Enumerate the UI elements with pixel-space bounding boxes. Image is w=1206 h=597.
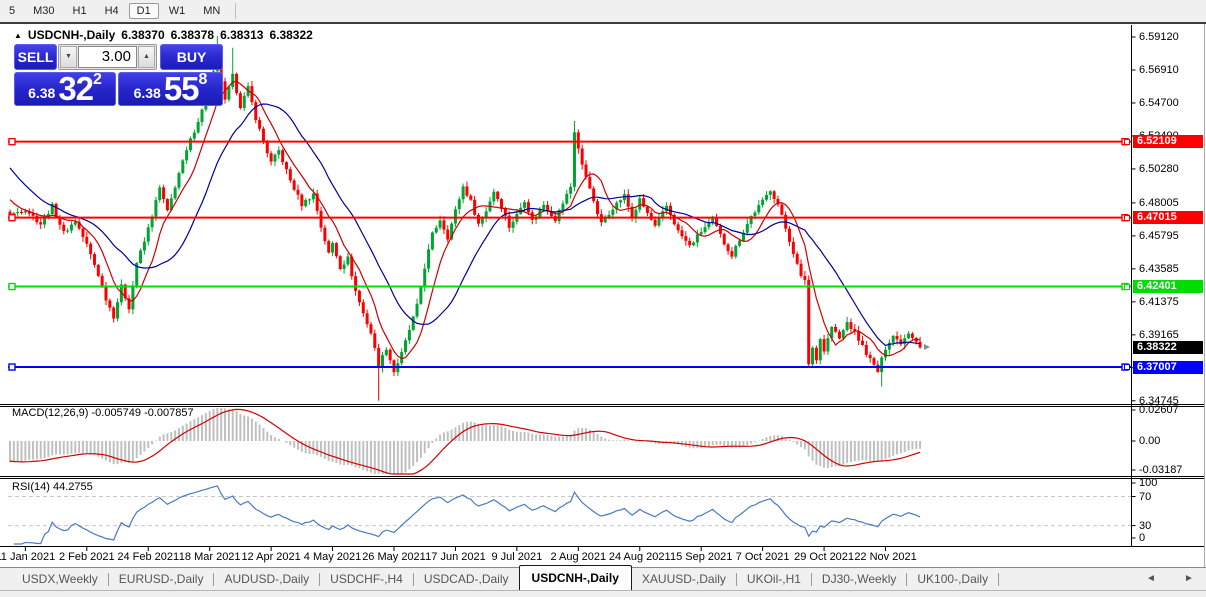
sell-price-pips: 32: [58, 75, 93, 103]
rsi-name: RSI(14): [12, 481, 50, 493]
macd-axis-label: -0.03187: [1139, 464, 1182, 476]
tab-eurusd-daily[interactable]: EURUSD-,Daily: [109, 568, 214, 590]
rsi-axis-label: 30: [1139, 520, 1151, 532]
chart-title-row: ▲ USDCNH-,Daily 6.38370 6.38378 6.38313 …: [14, 28, 313, 42]
timeframe-button-h1[interactable]: H1: [65, 3, 95, 19]
rsi-axis-label: 100: [1139, 477, 1157, 489]
volume-increase-button[interactable]: ▲: [138, 46, 155, 68]
timeframe-button-5[interactable]: 5: [1, 3, 23, 19]
timeframe-button-mn[interactable]: MN: [195, 3, 228, 19]
volume-input[interactable]: 3.00: [78, 46, 137, 68]
macd-name: MACD(12,26,9): [12, 407, 88, 419]
price-line-tag-handle[interactable]: [1124, 284, 1130, 290]
buy-price-pips: 55: [164, 75, 199, 103]
symbol-tab-bar: USDX,WeeklyEURUSD-,DailyAUDUSD-,DailyUSD…: [0, 567, 1206, 590]
price-line-tag-handle[interactable]: [1124, 139, 1130, 145]
price-axis-label: 6.43585: [1139, 263, 1179, 275]
price-axis-label: 6.45795: [1139, 230, 1179, 242]
buy-price-prefix: 6.38: [134, 83, 161, 103]
tab-usdchf-h4[interactable]: USDCHF-,H4: [320, 568, 413, 590]
tab-usdcad-daily[interactable]: USDCAD-,Daily: [414, 568, 519, 590]
tab-separator: [998, 573, 999, 586]
timeframe-button-h4[interactable]: H4: [97, 3, 127, 19]
tab-uk100-daily[interactable]: UK100-,Daily: [907, 568, 998, 590]
one-click-trading-panel: SELL ▼ 3.00 ▲ BUY 6.38 32 2 6.38 55 8: [14, 44, 223, 106]
ohlc-close: 6.38322: [269, 28, 312, 42]
status-strip: [0, 590, 1206, 597]
sell-price-point: 2: [93, 74, 102, 86]
rsi-value: 44.2755: [53, 481, 93, 493]
price-line-tag[interactable]: 6.37007: [1133, 361, 1203, 374]
rsi-axis-label: 0: [1139, 532, 1145, 544]
price-axis-label: 6.39165: [1139, 329, 1179, 341]
macd-axis-label: 0.02607: [1139, 404, 1179, 416]
ohlc-high: 6.38378: [171, 28, 214, 42]
buy-price-point: 8: [199, 74, 208, 86]
rsi-axis-label: 70: [1139, 491, 1151, 503]
tab-ukoil-h1[interactable]: UKOil-,H1: [737, 568, 811, 590]
price-axis-label: 6.56910: [1139, 64, 1179, 76]
current-price-tag: 6.38322: [1133, 341, 1203, 354]
sell-price-display[interactable]: 6.38 32 2: [14, 72, 116, 106]
price-axis-label: 6.41375: [1139, 296, 1179, 308]
tabs-scroll-left-icon[interactable]: ◄: [1146, 573, 1156, 584]
macd-axis-label: 0.00: [1139, 435, 1160, 447]
price-line-tag[interactable]: 6.52109: [1133, 135, 1203, 148]
tab-audusd-daily[interactable]: AUDUSD-,Daily: [214, 568, 319, 590]
volume-stepper: ▼ 3.00 ▲: [58, 44, 157, 70]
price-axis-label: 6.54700: [1139, 97, 1179, 109]
timeframe-toolbar: 5M30H1H4D1W1MN: [0, 0, 1206, 24]
buy-button[interactable]: BUY: [160, 44, 223, 70]
timeframe-button-m30[interactable]: M30: [25, 3, 62, 19]
tab-usdcnh-daily[interactable]: USDCNH-,Daily: [519, 565, 632, 590]
price-axis-label: 6.48005: [1139, 197, 1179, 209]
timeframe-button-w1[interactable]: W1: [161, 3, 194, 19]
trading-platform-window: 5M30H1H4D1W1MN ▲ USDCNH-,Daily 6.38370 6…: [0, 0, 1206, 597]
tab-dj30-weekly[interactable]: DJ30-,Weekly: [812, 568, 906, 590]
price-axis-label: 6.50280: [1139, 163, 1179, 175]
collapse-quote-panel-icon[interactable]: ▲: [14, 31, 22, 40]
ohlc-low: 6.38313: [220, 28, 263, 42]
price-line-tag[interactable]: 6.42401: [1133, 280, 1203, 293]
price-line-tag-handle[interactable]: [1124, 215, 1130, 221]
ohlc-open: 6.38370: [121, 28, 164, 42]
tabs-scroll-right-icon[interactable]: ►: [1184, 573, 1194, 584]
price-axis-label: 6.59120: [1139, 31, 1179, 43]
rsi-indicator-label: RSI(14) 44.2755: [12, 481, 93, 493]
sell-price-prefix: 6.38: [28, 83, 55, 103]
buy-price-display[interactable]: 6.38 55 8: [118, 72, 223, 106]
sell-button[interactable]: SELL: [14, 44, 57, 70]
price-line-tag-handle[interactable]: [1124, 364, 1130, 370]
date-axis-label: 22 Nov 2021: [841, 551, 931, 563]
toolbar-separator: [235, 3, 236, 19]
tab-usdx-weekly[interactable]: USDX,Weekly: [12, 568, 108, 590]
price-line-tag[interactable]: 6.47015: [1133, 211, 1203, 224]
tab-xauusd-daily[interactable]: XAUUSD-,Daily: [632, 568, 736, 590]
timeframe-button-d1[interactable]: D1: [129, 3, 159, 19]
chart-symbol-title: USDCNH-,Daily: [28, 28, 115, 42]
macd-values: -0.005749 -0.007857: [91, 407, 193, 419]
volume-decrease-button[interactable]: ▼: [60, 46, 77, 68]
macd-indicator-label: MACD(12,26,9) -0.005749 -0.007857: [12, 407, 194, 419]
